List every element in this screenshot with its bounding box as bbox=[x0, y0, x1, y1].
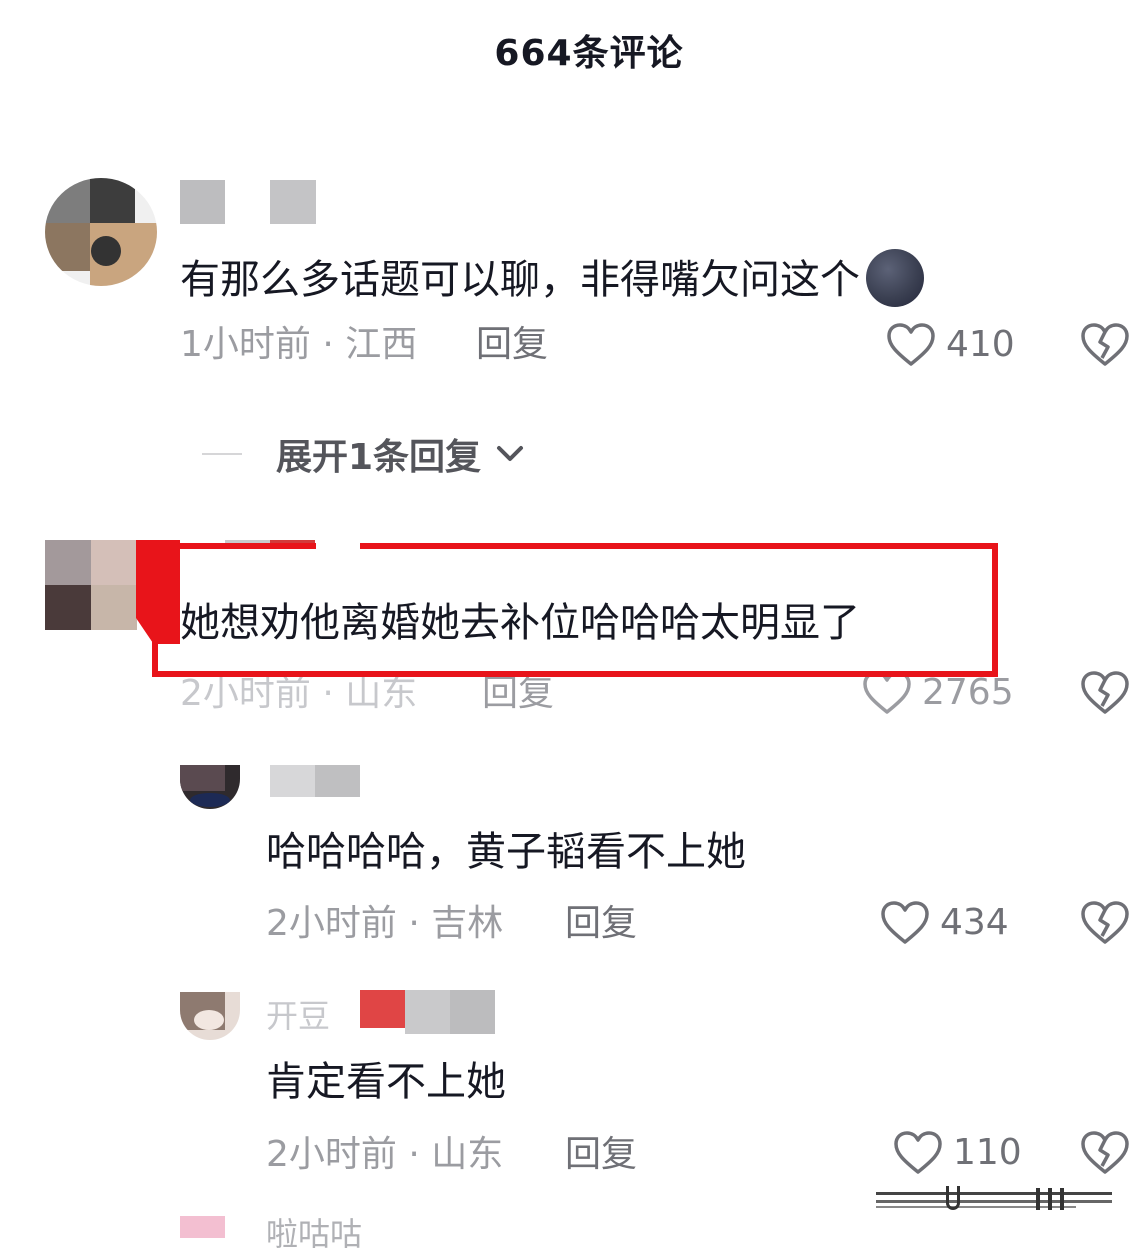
username-redacted[interactable] bbox=[180, 180, 320, 224]
comment-text: 她想劝他离婚她去补位哈哈哈太明显了 bbox=[180, 600, 860, 646]
reply-button[interactable]: 回复 bbox=[476, 327, 548, 363]
like-count: 410 bbox=[946, 324, 1015, 365]
broken-heart-icon bbox=[1081, 901, 1129, 944]
avatar[interactable] bbox=[180, 1216, 225, 1238]
reply-username-partial[interactable]: 开豆 bbox=[266, 1000, 330, 1032]
broken-heart-icon bbox=[1081, 671, 1129, 714]
like-button[interactable]: 410 bbox=[886, 322, 1015, 368]
expand-replies-button[interactable]: 展开1条回复 bbox=[202, 428, 525, 480]
divider bbox=[202, 453, 242, 455]
comment-text: 有那么多话题可以聊，非得嘴欠问这个 bbox=[180, 249, 924, 311]
reply-button[interactable]: 回复 bbox=[482, 676, 554, 712]
comment-time-location: 2小时前 · 山东 bbox=[180, 673, 418, 714]
reply-time-location: 2小时前 · 山东 bbox=[266, 1134, 504, 1175]
reply-button[interactable]: 回复 bbox=[565, 906, 637, 942]
comment-time-location: 1小时前 · 江西 bbox=[180, 324, 418, 365]
reply-time-location: 2小时前 · 吉林 bbox=[266, 903, 504, 944]
avatar[interactable] bbox=[180, 765, 240, 809]
reply-text: 肯定看不上她 bbox=[266, 1059, 506, 1105]
highlight-corner bbox=[136, 540, 180, 644]
like-count: 2765 bbox=[922, 672, 1014, 713]
username-redacted[interactable] bbox=[270, 765, 360, 797]
new-moon-face-emoji bbox=[866, 249, 924, 307]
reply-button[interactable]: 回复 bbox=[565, 1137, 637, 1173]
like-button[interactable]: 110 bbox=[893, 1130, 1022, 1176]
heart-outline-icon bbox=[881, 901, 929, 944]
next-username-partial[interactable]: 啦咕咕 bbox=[266, 1218, 362, 1250]
username-redacted[interactable] bbox=[360, 990, 495, 1034]
like-count: 434 bbox=[940, 902, 1009, 943]
heart-outline-icon bbox=[887, 323, 935, 366]
reply-text: 哈哈哈哈，黄子韬看不上她 bbox=[266, 829, 746, 875]
like-count: 110 bbox=[953, 1132, 1022, 1173]
broken-heart-icon bbox=[1081, 323, 1129, 366]
chevron-down-icon bbox=[497, 446, 524, 461]
like-button[interactable]: 434 bbox=[880, 900, 1009, 946]
dislike-button[interactable] bbox=[1080, 1130, 1130, 1180]
heart-outline-icon bbox=[894, 1131, 942, 1174]
highlight-corner-notch bbox=[316, 537, 360, 549]
avatar[interactable] bbox=[180, 992, 240, 1040]
dislike-button[interactable] bbox=[1080, 670, 1130, 720]
expand-replies-label: 展开1条回复 bbox=[276, 437, 482, 478]
dislike-button[interactable] bbox=[1080, 900, 1130, 950]
avatar[interactable] bbox=[45, 540, 137, 630]
watermark bbox=[876, 1186, 1112, 1212]
dislike-button[interactable] bbox=[1080, 322, 1130, 372]
broken-heart-icon bbox=[1081, 1131, 1129, 1174]
comments-count-title: 664条评论 bbox=[494, 33, 684, 74]
avatar[interactable] bbox=[45, 178, 157, 286]
